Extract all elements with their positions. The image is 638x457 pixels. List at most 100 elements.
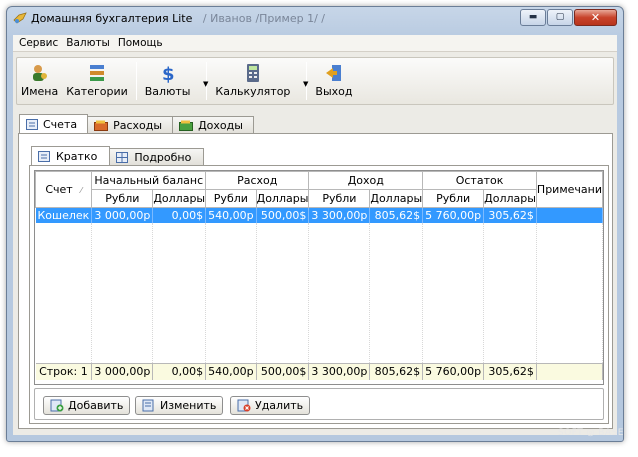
header-usd[interactable]: Доллары xyxy=(483,189,537,208)
chevron-down-icon[interactable]: ▼ xyxy=(203,80,208,88)
names-label: Имена xyxy=(21,85,59,98)
exit-label: Выход xyxy=(315,85,353,98)
maximize-icon: ▢ xyxy=(555,12,565,22)
cell-value[interactable]: 500,00$ xyxy=(256,207,310,223)
names-icon xyxy=(32,65,47,81)
categories-icon xyxy=(89,65,104,81)
accounts-panel: Кратко Подробно Счет ⁄ Начальный баланс … xyxy=(18,133,613,429)
names-button[interactable]: Имена xyxy=(17,58,62,104)
sub-tabs: Кратко Подробно xyxy=(31,146,205,165)
accounts-grid[interactable]: Счет ⁄ Начальный баланс Расход Доход Оста… xyxy=(34,170,604,385)
close-button[interactable]: ✕ xyxy=(574,9,617,26)
tab-detailed-label: Подробно xyxy=(134,151,192,164)
wallet-red-icon xyxy=(94,120,109,131)
header-usd[interactable]: Доллары xyxy=(152,189,207,208)
window-title: Домашняя бухгалтерия Lite / Иванов /Прим… xyxy=(31,12,326,25)
delete-button[interactable]: Удалить xyxy=(230,396,311,415)
calculator-button[interactable]: Калькулятор ▼ xyxy=(211,58,308,104)
close-icon: ✕ xyxy=(590,11,601,24)
table-row[interactable]: Кошелек 3 000,00р 0,00$ 540,00р 500,00$ … xyxy=(35,207,603,223)
watermark: SOFT ◎ BASE xyxy=(557,428,624,438)
total-value: 0,00$ xyxy=(152,363,207,380)
cell-note[interactable] xyxy=(536,207,603,223)
header-rub[interactable]: Рубли xyxy=(205,189,257,208)
add-label: Добавить xyxy=(68,399,124,412)
cell-value[interactable]: 305,62$ xyxy=(483,207,537,223)
edit-label: Изменить xyxy=(160,399,217,412)
delete-icon xyxy=(237,399,251,412)
header-income[interactable]: Доход xyxy=(308,171,424,190)
total-value: 805,62$ xyxy=(369,363,424,380)
header-usd[interactable]: Доллары xyxy=(369,189,424,208)
toolbar: Имена Категории $ Валюты ▼ Калькулятор ▼… xyxy=(16,57,614,105)
header-usd[interactable]: Доллары xyxy=(255,189,310,208)
tab-brief-label: Кратко xyxy=(56,150,98,163)
main-tabs: Счета Расходы Доходы xyxy=(19,114,254,133)
tab-income-label: Доходы xyxy=(198,119,243,132)
cell-value[interactable]: 3 000,00р xyxy=(91,207,154,223)
cell-value[interactable]: 0,00$ xyxy=(152,207,207,223)
cell-account[interactable]: Кошелек xyxy=(35,207,93,223)
tab-expenses[interactable]: Расходы xyxy=(87,116,174,133)
header-note[interactable]: Примечани xyxy=(535,171,603,208)
cell-value[interactable]: 540,00р xyxy=(205,207,257,223)
edit-icon xyxy=(142,399,154,412)
header-rub[interactable]: Рубли xyxy=(422,189,485,208)
menu-help[interactable]: Помощь xyxy=(114,35,167,51)
header-balance[interactable]: Остаток xyxy=(422,171,537,190)
client-area: Сервис Валюты Помощь Имена Категории $ В… xyxy=(13,35,617,435)
app-window: Домашняя бухгалтерия Lite / Иванов /Прим… xyxy=(6,6,624,442)
exit-icon xyxy=(325,65,341,81)
currency-label: Валюты xyxy=(144,85,191,98)
menu-currencies[interactable]: Валюты xyxy=(62,35,114,51)
total-row: Строк: 1 3 000,00р 0,00$ 540,00р 500,00$… xyxy=(35,363,603,380)
tab-income[interactable]: Доходы xyxy=(172,116,254,133)
header-rub[interactable]: Рубли xyxy=(308,189,371,208)
grid-icon xyxy=(116,152,129,163)
tab-accounts[interactable]: Счета xyxy=(19,114,89,133)
total-label: Строк: 1 xyxy=(35,363,93,380)
menu-service[interactable]: Сервис xyxy=(15,35,62,51)
cell-value[interactable]: 5 760,00р xyxy=(422,207,485,223)
tab-brief[interactable]: Кратко xyxy=(31,146,111,165)
total-value: 500,00$ xyxy=(256,363,310,380)
chevron-down-icon[interactable]: ▼ xyxy=(303,80,308,88)
tab-detailed[interactable]: Подробно xyxy=(109,148,205,165)
header-opening-balance[interactable]: Начальный баланс xyxy=(91,171,207,190)
brief-panel: Счет ⁄ Начальный баланс Расход Доход Оста… xyxy=(29,165,609,424)
list-icon xyxy=(38,151,50,162)
header-account[interactable]: Счет ⁄ xyxy=(35,171,93,208)
exit-button[interactable]: Выход xyxy=(311,58,356,104)
total-value: 3 300,00р xyxy=(308,363,371,380)
app-icon xyxy=(13,12,27,24)
calculator-label: Калькулятор xyxy=(215,85,291,98)
accounts-table: Счет ⁄ Начальный баланс Расход Доход Оста… xyxy=(35,171,603,380)
title-bar[interactable]: Домашняя бухгалтерия Lite / Иванов /Прим… xyxy=(7,7,623,29)
categories-label: Категории xyxy=(66,85,128,98)
header-rub[interactable]: Рубли xyxy=(91,189,154,208)
total-value: 5 760,00р xyxy=(422,363,485,380)
add-button[interactable]: Добавить xyxy=(43,396,131,415)
cell-value[interactable]: 805,62$ xyxy=(369,207,424,223)
sort-icon: ⁄ xyxy=(80,186,83,195)
tab-accounts-label: Счета xyxy=(43,118,78,131)
edit-button[interactable]: Изменить xyxy=(135,396,224,415)
action-bar: Добавить Изменить Удалить xyxy=(34,388,604,420)
maximize-button[interactable]: ▢ xyxy=(547,9,573,26)
tab-expenses-label: Расходы xyxy=(113,119,163,132)
cell-value[interactable]: 3 300,00р xyxy=(308,207,371,223)
accounts-icon xyxy=(26,119,38,130)
empty-area xyxy=(35,222,603,364)
minimize-button[interactable]: ▬ xyxy=(520,9,546,26)
total-note xyxy=(536,363,603,380)
toolbar-separator xyxy=(135,62,137,100)
total-value: 540,00р xyxy=(205,363,257,380)
add-icon xyxy=(50,399,64,412)
currency-icon: $ xyxy=(162,64,175,83)
menu-bar: Сервис Валюты Помощь xyxy=(13,35,617,52)
currency-button[interactable]: $ Валюты ▼ xyxy=(141,58,209,104)
total-value: 3 000,00р xyxy=(91,363,154,380)
header-expense[interactable]: Расход xyxy=(205,171,310,190)
calculator-icon xyxy=(246,64,259,82)
categories-button[interactable]: Категории xyxy=(62,58,132,104)
